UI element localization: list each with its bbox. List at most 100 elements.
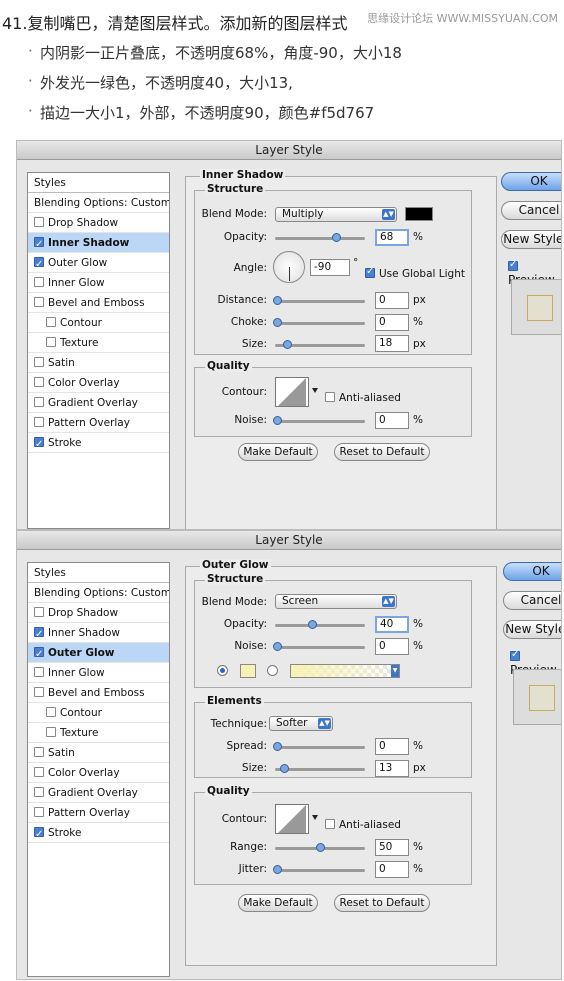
styles-item-pattern-overlay[interactable]: Pattern Overlay (28, 413, 169, 433)
slider-thumb[interactable] (308, 620, 317, 629)
range-slider[interactable] (275, 843, 365, 852)
checkbox[interactable] (34, 377, 44, 387)
checkbox[interactable] (34, 235, 44, 255)
size-field[interactable]: 18 (375, 335, 409, 352)
styles-item-gradient-overlay[interactable]: Gradient Overlay (28, 393, 169, 413)
size-slider[interactable] (275, 764, 365, 773)
checkbox[interactable] (508, 259, 518, 271)
reset-to-default-button[interactable]: Reset to Default (334, 894, 430, 912)
solid-color-radio[interactable] (217, 665, 228, 676)
styles-item-inner-glow[interactable]: Inner Glow (28, 663, 169, 683)
chevron-down-icon[interactable]: ▼ (391, 665, 399, 677)
styles-item-blending-options[interactable]: Blending Options: Custom (28, 583, 169, 603)
contour-picker[interactable] (275, 377, 309, 407)
spread-field[interactable]: 0 (375, 738, 409, 755)
slider-thumb[interactable] (273, 742, 282, 751)
opacity-slider[interactable] (275, 620, 365, 629)
slider-thumb[interactable] (280, 764, 289, 773)
opacity-field[interactable]: 68 (375, 229, 409, 246)
styles-item-blending-options[interactable]: Blending Options: Custom (28, 193, 169, 213)
styles-item-stroke[interactable]: Stroke (28, 433, 169, 455)
styles-item-color-overlay[interactable]: Color Overlay (28, 373, 169, 393)
angle-dial[interactable] (273, 251, 305, 283)
contour-picker[interactable] (275, 804, 309, 834)
ok-button[interactable]: OK (503, 562, 561, 581)
checkbox[interactable] (34, 435, 44, 455)
checkbox[interactable] (34, 687, 44, 697)
checkbox[interactable] (34, 277, 44, 287)
slider-thumb[interactable] (273, 642, 282, 651)
distance-field[interactable]: 0 (375, 292, 409, 309)
checkbox[interactable] (34, 397, 44, 407)
styles-item-contour[interactable]: Contour (28, 703, 169, 723)
styles-item-contour[interactable]: Contour (28, 313, 169, 333)
checkbox[interactable] (34, 217, 44, 227)
styles-item-satin[interactable]: Satin (28, 353, 169, 373)
checkbox[interactable] (34, 357, 44, 367)
chevron-down-icon[interactable] (312, 388, 318, 393)
make-default-button[interactable]: Make Default (238, 894, 318, 912)
choke-field[interactable]: 0 (375, 314, 409, 331)
styles-item-gradient-overlay[interactable]: Gradient Overlay (28, 783, 169, 803)
checkbox[interactable] (46, 707, 56, 717)
noise-slider[interactable] (273, 416, 365, 425)
slider-thumb[interactable] (273, 416, 282, 425)
checkbox[interactable] (34, 767, 44, 777)
noise-field[interactable]: 0 (375, 638, 409, 655)
jitter-slider[interactable] (273, 865, 365, 874)
noise-field[interactable]: 0 (375, 412, 409, 429)
styles-item-outer-glow[interactable]: Outer Glow (28, 253, 169, 275)
checkbox[interactable] (34, 747, 44, 757)
anti-aliased-checkbox[interactable]: Anti-aliased (325, 386, 401, 405)
checkbox[interactable] (325, 819, 335, 829)
checkbox[interactable] (46, 317, 56, 327)
styles-item-drop-shadow[interactable]: Drop Shadow (28, 213, 169, 233)
styles-item-texture[interactable]: Texture (28, 333, 169, 353)
styles-item-pattern-overlay[interactable]: Pattern Overlay (28, 803, 169, 823)
checkbox[interactable] (34, 645, 44, 665)
styles-item-texture[interactable]: Texture (28, 723, 169, 743)
gradient-radio[interactable] (267, 665, 278, 676)
checkbox[interactable] (325, 392, 335, 402)
styles-item-satin[interactable]: Satin (28, 743, 169, 763)
styles-list-header[interactable]: Styles (28, 173, 169, 193)
anti-aliased-checkbox[interactable]: Anti-aliased (325, 813, 401, 832)
choke-slider[interactable] (273, 318, 365, 327)
reset-to-default-button[interactable]: Reset to Default (334, 443, 430, 461)
noise-slider[interactable] (273, 642, 365, 651)
distance-slider[interactable] (273, 296, 365, 305)
new-style-button[interactable]: New Style... (501, 230, 561, 249)
checkbox[interactable] (34, 625, 44, 645)
glow-gradient-picker[interactable]: ▼ (290, 664, 400, 678)
checkbox[interactable] (34, 297, 44, 307)
range-field[interactable]: 50 (375, 839, 409, 856)
styles-item-inner-shadow[interactable]: Inner Shadow (28, 623, 169, 645)
styles-item-stroke[interactable]: Stroke (28, 823, 169, 845)
styles-item-drop-shadow[interactable]: Drop Shadow (28, 603, 169, 623)
slider-thumb[interactable] (273, 296, 282, 305)
checkbox[interactable] (34, 787, 44, 797)
checkbox[interactable] (34, 825, 44, 845)
checkbox[interactable] (34, 417, 44, 427)
checkbox[interactable] (365, 266, 375, 278)
checkbox[interactable] (510, 649, 520, 661)
styles-item-outer-glow[interactable]: Outer Glow (28, 643, 169, 665)
opacity-field[interactable]: 40 (375, 616, 409, 633)
slider-thumb[interactable] (273, 318, 282, 327)
new-style-button[interactable]: New Style... (503, 620, 561, 639)
technique-select[interactable]: Softer ▲▼ (269, 716, 333, 731)
styles-item-inner-shadow[interactable]: Inner Shadow (28, 233, 169, 255)
ok-button[interactable]: OK (501, 172, 561, 191)
styles-item-color-overlay[interactable]: Color Overlay (28, 763, 169, 783)
spread-slider[interactable] (273, 742, 365, 751)
blend-mode-select[interactable]: Screen ▲▼ (275, 594, 397, 609)
jitter-field[interactable]: 0 (375, 861, 409, 878)
glow-color-swatch[interactable] (240, 664, 256, 678)
opacity-slider[interactable] (275, 233, 365, 242)
checkbox[interactable] (34, 807, 44, 817)
checkbox[interactable] (46, 337, 56, 347)
size-slider[interactable] (275, 340, 365, 349)
styles-item-inner-glow[interactable]: Inner Glow (28, 273, 169, 293)
size-field[interactable]: 13 (375, 760, 409, 777)
checkbox[interactable] (34, 607, 44, 617)
